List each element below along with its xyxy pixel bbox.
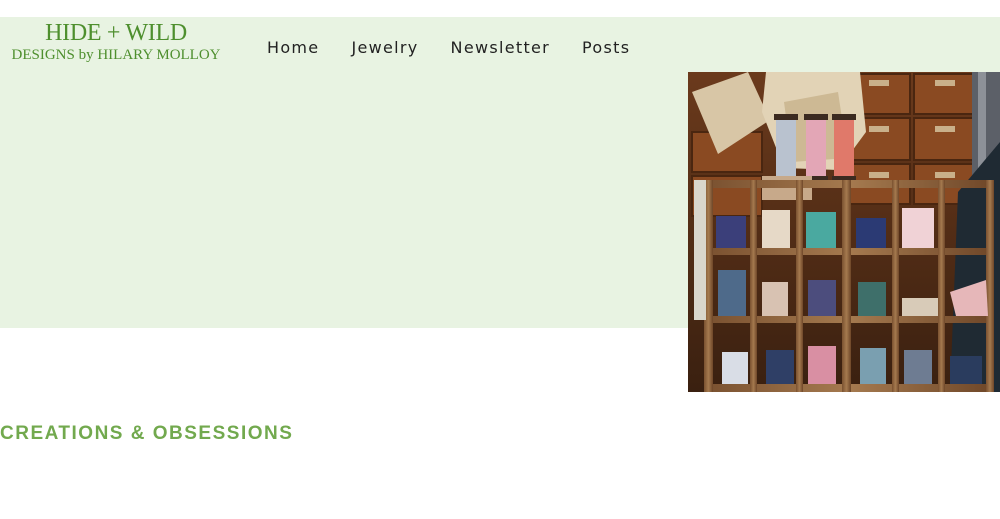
hero-image bbox=[688, 72, 1000, 392]
nav-item-home: Home bbox=[267, 38, 319, 58]
page: HIDE + WILD DESIGNS by HILARY MOLLOY Hom… bbox=[0, 0, 1000, 519]
nav-item-newsletter: Newsletter bbox=[451, 38, 551, 58]
nav-link-jewelry[interactable]: Jewelry bbox=[351, 38, 418, 57]
nav-link-posts[interactable]: Posts bbox=[582, 38, 630, 57]
logo-title: HIDE + WILD bbox=[45, 20, 187, 46]
main-nav: Home Jewelry Newsletter Posts bbox=[267, 38, 630, 58]
nav-link-newsletter[interactable]: Newsletter bbox=[451, 38, 551, 57]
section-heading: CREATIONS & OBSESSIONS bbox=[0, 423, 294, 444]
logo-subtitle: DESIGNS by HILARY MOLLOY bbox=[11, 47, 221, 63]
nav-link-home[interactable]: Home bbox=[267, 38, 319, 57]
ribbon-shelf-photo bbox=[688, 72, 1000, 392]
site-logo[interactable]: HIDE + WILD DESIGNS by HILARY MOLLOY bbox=[0, 17, 232, 64]
nav-item-posts: Posts bbox=[582, 38, 630, 58]
nav-item-jewelry: Jewelry bbox=[351, 38, 418, 58]
